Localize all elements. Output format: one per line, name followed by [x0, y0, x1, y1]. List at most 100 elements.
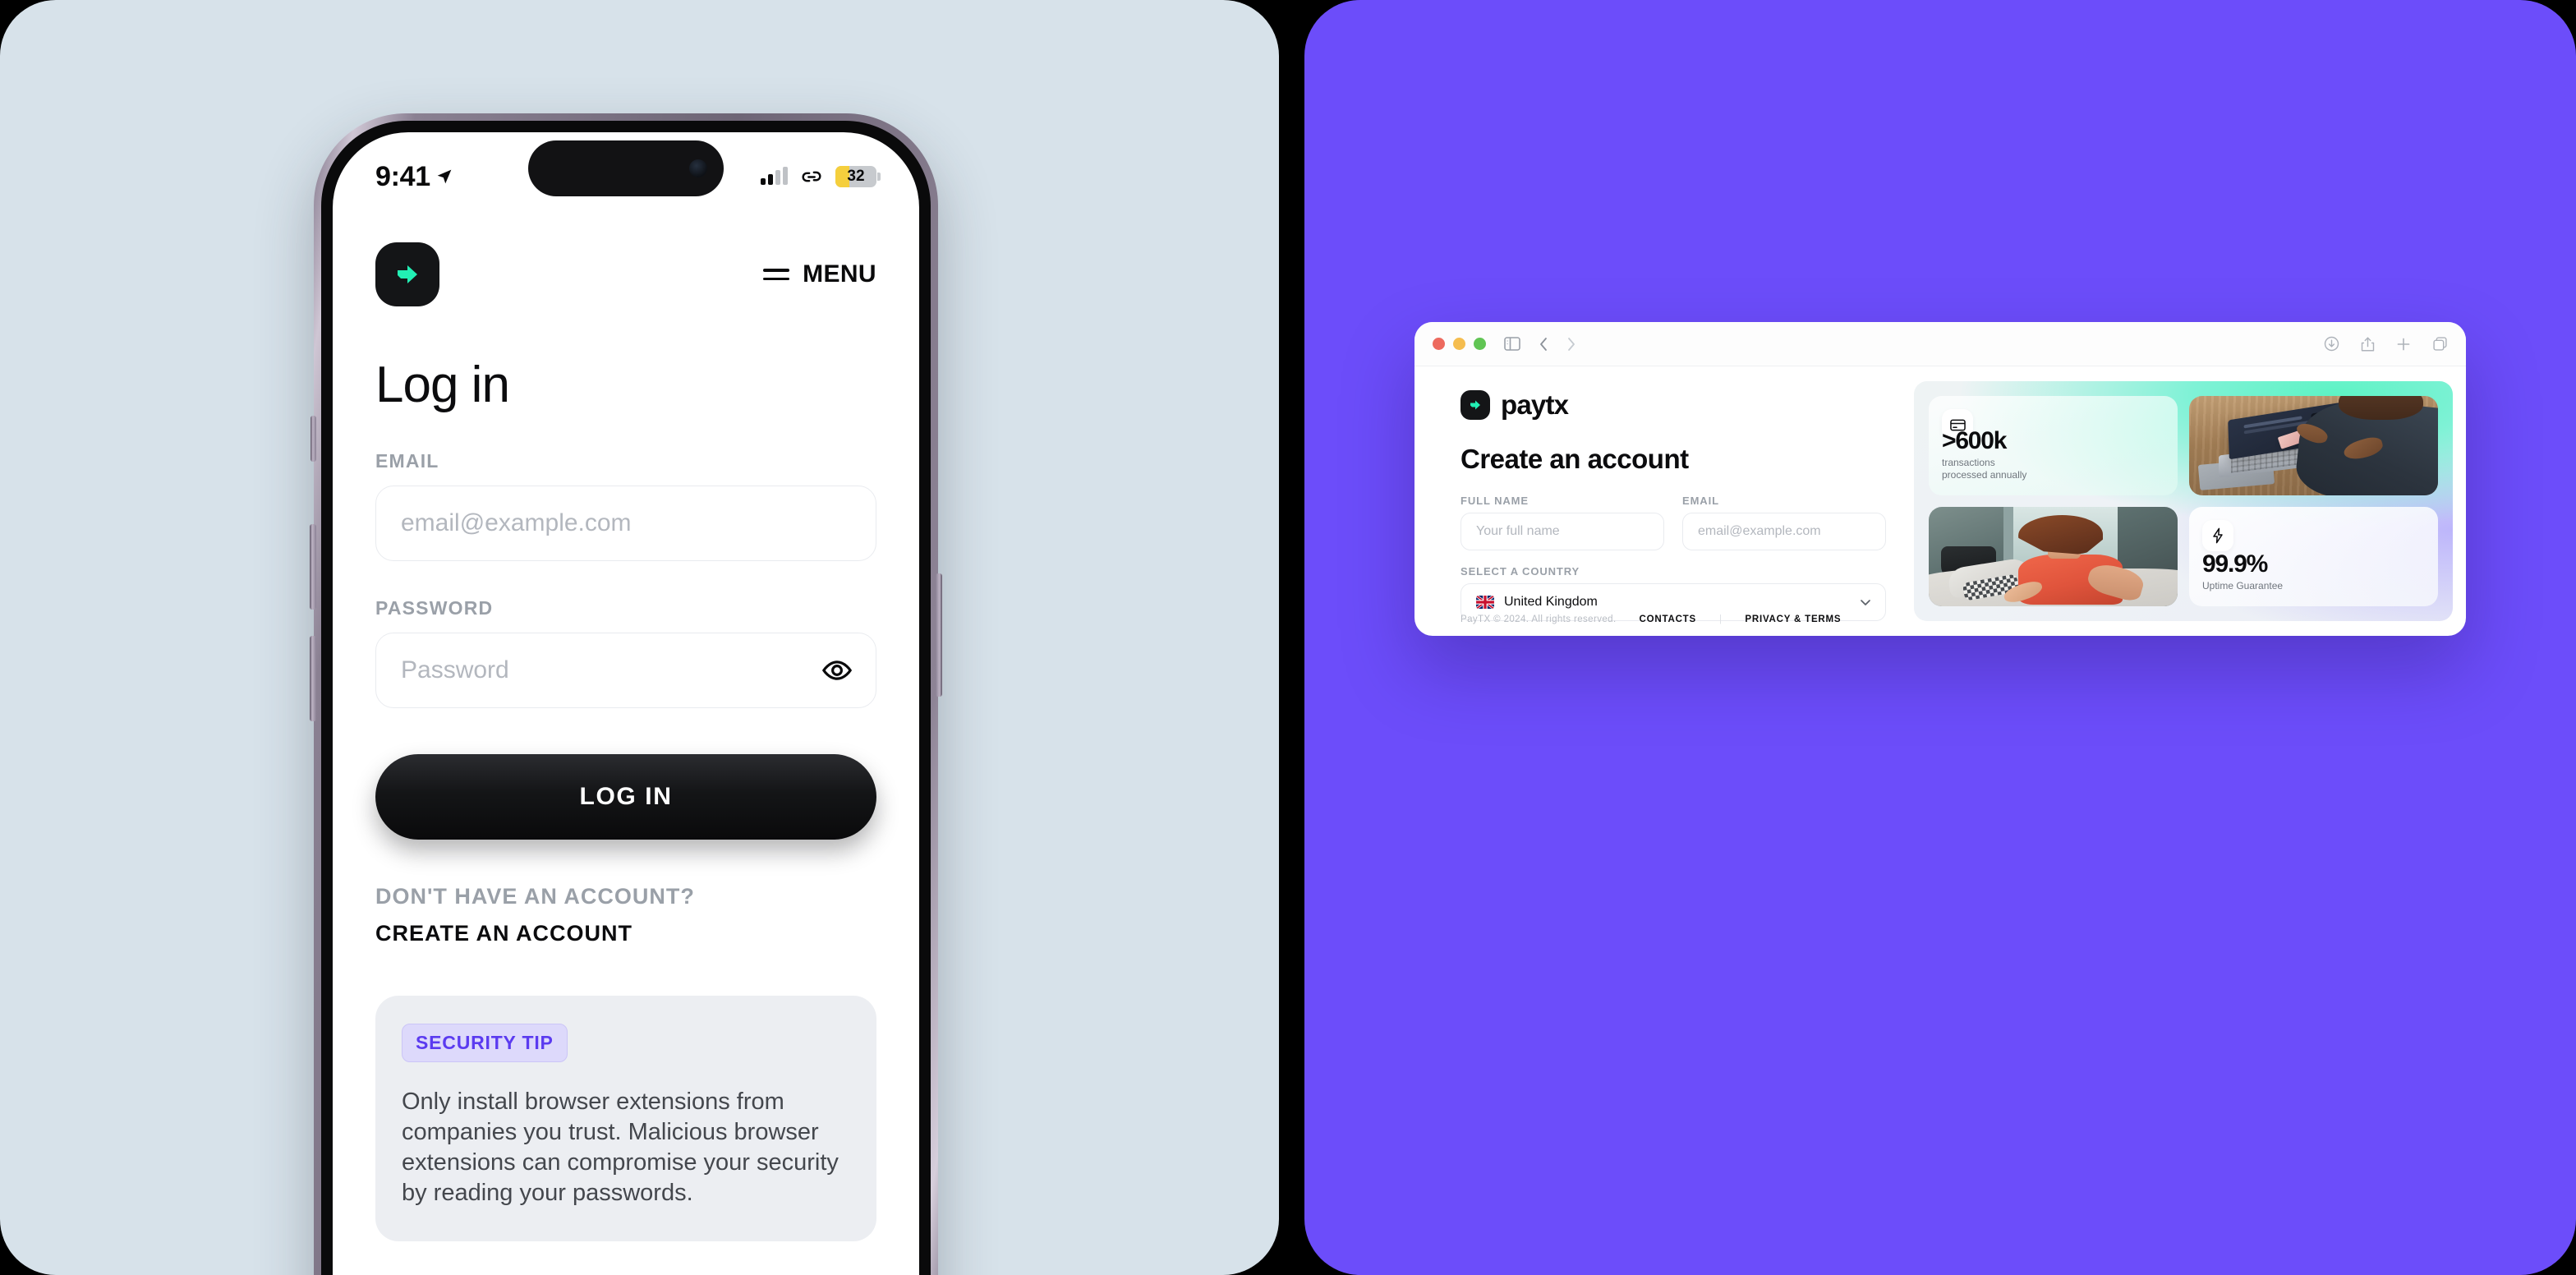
signup-form-column: paytx Create an account FULL NAME Your f… [1414, 366, 1914, 636]
arrow-right-glyph [398, 265, 417, 283]
phone-silent-switch[interactable] [310, 416, 316, 462]
status-bar-time-group: 9:41 [375, 161, 453, 193]
chevron-right-icon[interactable] [1566, 337, 1576, 352]
full-name-group: FULL NAME Your full name [1460, 495, 1664, 550]
browser-window: paytx Create an account FULL NAME Your f… [1414, 322, 2466, 636]
email-group: EMAIL email@example.com [1682, 495, 1886, 550]
brand-name: paytx [1501, 389, 1569, 420]
stat-card-uptime: 99.9% Uptime Guarantee [2189, 507, 2438, 606]
country-group: SELECT A COUNTRY United Kingdom [1460, 565, 1886, 621]
download-icon[interactable] [2324, 336, 2339, 352]
status-bar-indicators: 32 [761, 166, 881, 187]
full-name-placeholder: Your full name [1476, 524, 1560, 538]
status-bar-time: 9:41 [375, 160, 430, 192]
paytx-arrow-logo-icon[interactable] [375, 242, 439, 306]
minimize-window-button[interactable] [1453, 338, 1465, 350]
mobile-menu-button[interactable]: MENU [763, 260, 876, 288]
paytx-arrow-logo-icon [1460, 390, 1490, 420]
promo-grid: >600k transactions processed annually 99… [1929, 396, 2438, 606]
phone-volume-up-button[interactable] [310, 524, 316, 610]
security-tip-badge: SECURITY TIP [402, 1024, 568, 1062]
stat-transactions-caption-line2: processed annually [1942, 469, 2027, 481]
stat-transactions-caption: transactions processed annually [1942, 457, 2026, 482]
email-placeholder: email@example.com [1698, 524, 1821, 538]
footer-divider: | [1718, 614, 1723, 624]
page-title: Log in [375, 357, 510, 413]
create-account-link[interactable]: CREATE AN ACCOUNT [375, 921, 876, 946]
mobile-showcase-panel: 9:41 32 MENU Log in EMAIL email@example.… [0, 0, 1279, 1275]
stat-card-transactions: >600k transactions processed annually [1929, 396, 2178, 495]
password-field-label: PASSWORD [375, 597, 494, 619]
sidebar-toggle-icon[interactable] [1504, 337, 1520, 351]
hamburger-menu-icon [763, 269, 790, 280]
login-button[interactable]: LOG IN [375, 754, 876, 840]
desktop-showcase-panel: paytx Create an account FULL NAME Your f… [1304, 0, 2576, 1275]
browser-nav-icons [1504, 337, 1576, 352]
full-name-input[interactable]: Your full name [1460, 513, 1664, 550]
cellular-signal-icon [761, 167, 788, 185]
phone-volume-down-button[interactable] [310, 636, 316, 721]
battery-level-label: 32 [847, 168, 865, 185]
footer: PayTX © 2024. All rights reserved. CONTA… [1460, 614, 1886, 624]
full-name-label: FULL NAME [1460, 495, 1529, 507]
security-tip-text: Only install browser extensions from com… [402, 1089, 839, 1207]
password-input[interactable]: Password [375, 633, 876, 708]
chevron-down-icon[interactable] [1859, 596, 1872, 609]
lightning-bolt-glyph [2213, 527, 2223, 544]
page-title: Create an account [1460, 444, 1689, 474]
browser-page: paytx Create an account FULL NAME Your f… [1414, 366, 2466, 636]
man-using-laptop-photo [2189, 396, 2438, 495]
canvas: 9:41 32 MENU Log in EMAIL email@example.… [0, 0, 2576, 1275]
footer-link-privacy[interactable]: PRIVACY & TERMS [1745, 614, 1841, 624]
stat-transactions-value: >600k [1942, 426, 2007, 454]
front-camera-icon [689, 159, 707, 177]
browser-titlebar [1414, 322, 2466, 366]
arrow-right-glyph [1470, 400, 1480, 410]
zoom-window-button[interactable] [1474, 338, 1486, 350]
woman-on-sofa-photo [1929, 507, 2178, 606]
share-icon[interactable] [2361, 336, 2375, 352]
email-label: EMAIL [1682, 495, 1719, 507]
mobile-menu-label: MENU [803, 260, 876, 288]
email-input-placeholder: email@example.com [401, 509, 632, 536]
stat-transactions-caption-line1: transactions [1942, 456, 1995, 468]
country-value: United Kingdom [1504, 595, 1598, 609]
stat-uptime-body: 99.9% Uptime Guarantee [2202, 550, 2283, 593]
plus-icon[interactable] [2396, 337, 2411, 352]
name-email-row: FULL NAME Your full name EMAIL email@exa… [1460, 495, 1886, 550]
uk-flag-icon [1476, 596, 1494, 609]
footer-copyright: PayTX © 2024. All rights reserved. [1460, 614, 1617, 624]
email-input[interactable]: email@example.com [1682, 513, 1886, 550]
stat-transactions-body: >600k transactions processed annually [1942, 427, 2026, 482]
location-arrow-icon [437, 169, 452, 184]
dynamic-island [528, 140, 724, 196]
stat-uptime-caption: Uptime Guarantee [2202, 580, 2284, 592]
phone-bezel: 9:41 32 MENU Log in EMAIL email@example.… [321, 121, 931, 1275]
phone-device-frame: 9:41 32 MENU Log in EMAIL email@example.… [310, 113, 942, 1275]
country-label: SELECT A COUNTRY [1460, 565, 1580, 578]
tab-overview-icon[interactable] [2432, 336, 2448, 352]
brand-lockup[interactable]: paytx [1460, 389, 1886, 421]
window-traffic-lights[interactable] [1433, 338, 1486, 350]
browser-action-icons [2324, 336, 2448, 352]
close-window-button[interactable] [1433, 338, 1445, 350]
email-input[interactable]: email@example.com [375, 486, 876, 561]
stat-uptime-value: 99.9% [2202, 550, 2268, 578]
phone-power-button[interactable] [936, 573, 942, 697]
promo-panel: >600k transactions processed annually 99… [1914, 381, 2453, 621]
status-bar: 9:41 32 [333, 132, 919, 221]
chevron-left-icon[interactable] [1539, 337, 1548, 352]
signup-prompt-label: DON'T HAVE AN ACCOUNT? [375, 884, 695, 909]
footer-link-contacts[interactable]: CONTACTS [1640, 614, 1696, 624]
password-input-placeholder: Password [401, 656, 509, 684]
country-selected-value-group: United Kingdom [1476, 595, 1598, 610]
lightning-bolt-icon [2202, 520, 2233, 551]
battery-indicator: 32 [835, 166, 881, 187]
security-tip-card: SECURITY TIP Only install browser extens… [375, 996, 876, 1242]
chain-link-icon [802, 171, 821, 182]
mobile-header: MENU [333, 221, 919, 306]
eye-icon[interactable] [821, 655, 853, 686]
mobile-body: Log in EMAIL email@example.com PASSWORD … [333, 356, 919, 1242]
email-field-label: EMAIL [375, 450, 439, 472]
phone-screen: 9:41 32 MENU Log in EMAIL email@example.… [333, 132, 919, 1275]
